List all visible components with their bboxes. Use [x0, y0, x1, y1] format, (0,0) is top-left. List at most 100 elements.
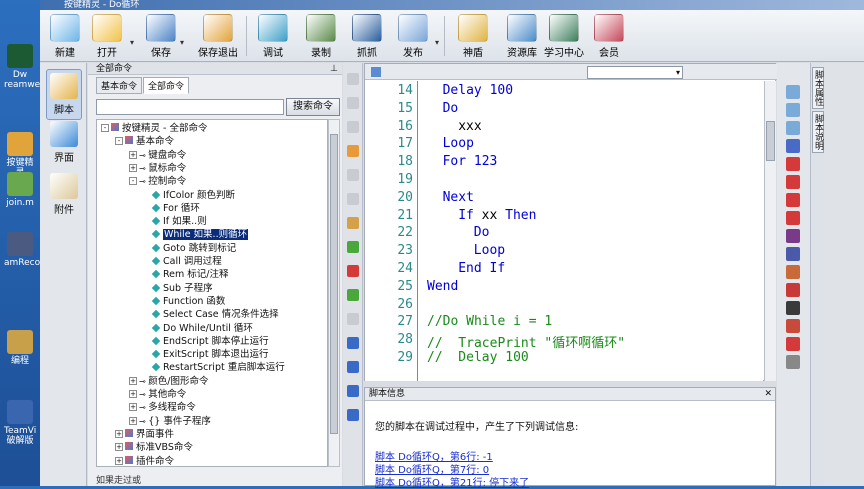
edit-tool-icon[interactable]	[347, 169, 359, 181]
expand-toggle-icon[interactable]: -	[101, 124, 109, 132]
chevron-down-icon[interactable]: ▾	[130, 38, 134, 47]
tree-node[interactable]: + 界面事件	[115, 428, 174, 441]
edit-tool-icon[interactable]	[347, 193, 359, 205]
save-exit-button[interactable]: 保存退出	[194, 14, 242, 59]
desktop-icon[interactable]: 编程	[4, 330, 36, 366]
tree-node[interactable]: Rem 标记/注释	[143, 269, 229, 281]
desktop-icon[interactable]: join.m	[4, 172, 36, 208]
edit-tool-icon[interactable]	[347, 337, 359, 349]
edit-tool-icon[interactable]	[347, 265, 359, 277]
desktop-icon[interactable]: Dw reamwea	[4, 44, 46, 90]
plugin-icon[interactable]	[786, 229, 800, 243]
editor-scrollbar[interactable]	[764, 81, 776, 381]
new-button[interactable]: 新建	[48, 14, 82, 59]
save-button[interactable]: 保存	[144, 14, 178, 59]
edit-tool-icon[interactable]	[347, 409, 359, 421]
plugin-icon[interactable]	[786, 175, 800, 189]
command-search-input[interactable]	[96, 99, 284, 115]
plugin-icon[interactable]	[786, 139, 800, 153]
tree-node[interactable]: - 基本命令	[115, 136, 174, 148]
plugin-icon[interactable]	[786, 283, 800, 297]
expand-toggle-icon[interactable]: +	[115, 443, 123, 452]
chevron-down-icon[interactable]: ▾	[180, 38, 184, 47]
edit-tool-icon[interactable]	[347, 145, 359, 157]
plugin-icon[interactable]	[786, 355, 800, 369]
code-view[interactable]: 14 Delay 100 15 Do 16 xxx 17 Loop 18 For 123 19 20 N…	[365, 81, 763, 381]
plugin-icon[interactable]	[786, 337, 800, 351]
tree-node[interactable]: + ⊸ 其他命令	[129, 389, 186, 401]
open-button[interactable]: 打开	[90, 14, 124, 59]
tree-node[interactable]: IfColor 颜色判断	[143, 190, 235, 202]
tab-basic-commands[interactable]: 基本命令	[96, 77, 143, 94]
tree-node[interactable]: While 如果..则循环	[143, 229, 249, 241]
desktop-icon[interactable]: amRecor	[4, 232, 44, 268]
member-button[interactable]: 会员	[592, 14, 626, 59]
tree-node[interactable]: + ⊸ {} 事件子程序	[129, 416, 211, 428]
tree-node[interactable]: - 按键精灵 - 全部命令	[101, 123, 207, 135]
plugin-icon[interactable]	[786, 103, 800, 117]
close-icon[interactable]: ✕	[764, 388, 772, 401]
expand-toggle-icon[interactable]: +	[129, 416, 137, 425]
expand-toggle-icon[interactable]: -	[115, 137, 123, 146]
expand-toggle-icon[interactable]: +	[129, 163, 137, 172]
plugin-icon[interactable]	[786, 247, 800, 261]
plugin-icon[interactable]	[786, 157, 800, 171]
expand-toggle-icon[interactable]: +	[115, 429, 123, 438]
tree-node[interactable]: + ⊸ 颜色/图形命令	[129, 376, 208, 388]
tree-node[interactable]: Call 调用过程	[143, 256, 222, 268]
tree-node[interactable]: Goto 跳转到标记	[143, 243, 236, 255]
edit-tool-icon[interactable]	[347, 289, 359, 301]
tab-script-properties[interactable]: 脚本属性	[812, 67, 824, 109]
tree-node[interactable]: Do While/Until 循环	[143, 323, 253, 335]
debug-button[interactable]: 调试	[256, 14, 290, 59]
plugin-icon[interactable]	[786, 265, 800, 279]
edit-tool-icon[interactable]	[347, 385, 359, 397]
nav-item-2[interactable]: 附件	[46, 173, 82, 216]
tree-node[interactable]: Select Case 情况条件选择	[143, 309, 279, 321]
chevron-down-icon[interactable]: ▾	[435, 38, 439, 47]
tree-node[interactable]: + ⊸ 鼠标命令	[129, 163, 186, 175]
tree-node[interactable]: + 插件命令	[115, 455, 174, 466]
desktop-icon[interactable]: TeamVi 破解版	[4, 400, 36, 446]
plugin-icon[interactable]	[786, 211, 800, 225]
expand-toggle-icon[interactable]: +	[115, 456, 123, 465]
plugin-icon[interactable]	[786, 301, 800, 315]
tree-node[interactable]: EndScript 脚本停止运行	[143, 336, 269, 348]
tab-all-commands[interactable]: 全部命令	[143, 77, 190, 94]
publish-button[interactable]: 发布	[396, 14, 430, 59]
search-command-button[interactable]: 搜索命令	[286, 98, 340, 116]
tab-script-description[interactable]: 脚本说明	[812, 111, 824, 153]
expand-toggle-icon[interactable]: +	[129, 376, 137, 385]
pin-icon[interactable]: ⊥	[330, 63, 338, 75]
expand-toggle-icon[interactable]: -	[129, 177, 137, 186]
debug-message-link[interactable]: 脚本 Do循环Q，第21行: 停下来了	[375, 474, 529, 489]
editor-combo[interactable]: ▾	[587, 66, 683, 79]
record-button[interactable]: 录制	[304, 14, 338, 59]
tree-node[interactable]: + ⊸ 多线程命令	[129, 402, 196, 414]
tree-scroll-thumb[interactable]	[330, 134, 338, 434]
editor-scroll-thumb[interactable]	[766, 121, 775, 161]
tree-node[interactable]: Function 函数	[143, 296, 225, 308]
plugin-icon[interactable]	[786, 121, 800, 135]
edit-tool-icon[interactable]	[347, 313, 359, 325]
nav-item-0[interactable]: 脚本	[46, 69, 82, 120]
tree-node[interactable]: - ⊸ 控制命令	[129, 176, 186, 188]
nav-item-1[interactable]: 界面	[46, 121, 82, 164]
plugin-icon[interactable]	[786, 85, 800, 99]
edit-tool-icon[interactable]	[347, 361, 359, 373]
tree-node[interactable]: + 标准VBS命令	[115, 442, 193, 454]
resources-button[interactable]: 资源库	[498, 14, 546, 59]
tree-scrollbar[interactable]	[328, 119, 340, 467]
capture-button[interactable]: 抓抓	[350, 14, 384, 59]
expand-toggle-icon[interactable]: +	[129, 150, 137, 159]
expand-toggle-icon[interactable]: +	[129, 403, 137, 412]
tree-node[interactable]: Sub 子程序	[143, 283, 213, 295]
plugin-icon[interactable]	[786, 319, 800, 333]
shield-button[interactable]: 神盾	[456, 14, 490, 59]
tree-node[interactable]: RestartScript 重启脚本运行	[143, 362, 285, 374]
edit-tool-icon[interactable]	[347, 121, 359, 133]
tree-node[interactable]: For 循环	[143, 203, 200, 215]
expand-toggle-icon[interactable]: +	[129, 390, 137, 398]
learn-button[interactable]: 学习中心	[540, 14, 588, 59]
edit-tool-icon[interactable]	[347, 217, 359, 229]
